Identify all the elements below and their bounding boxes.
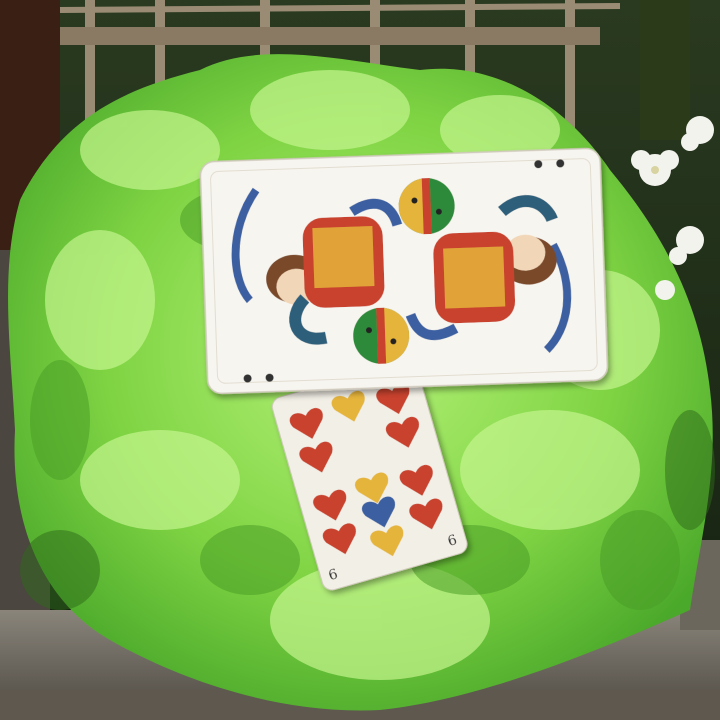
foliage-right [640, 0, 690, 140]
acorns-jack-card [199, 147, 609, 395]
photo-canvas: 6 6 [0, 0, 720, 720]
photo-scene: 6 6 [0, 0, 720, 720]
